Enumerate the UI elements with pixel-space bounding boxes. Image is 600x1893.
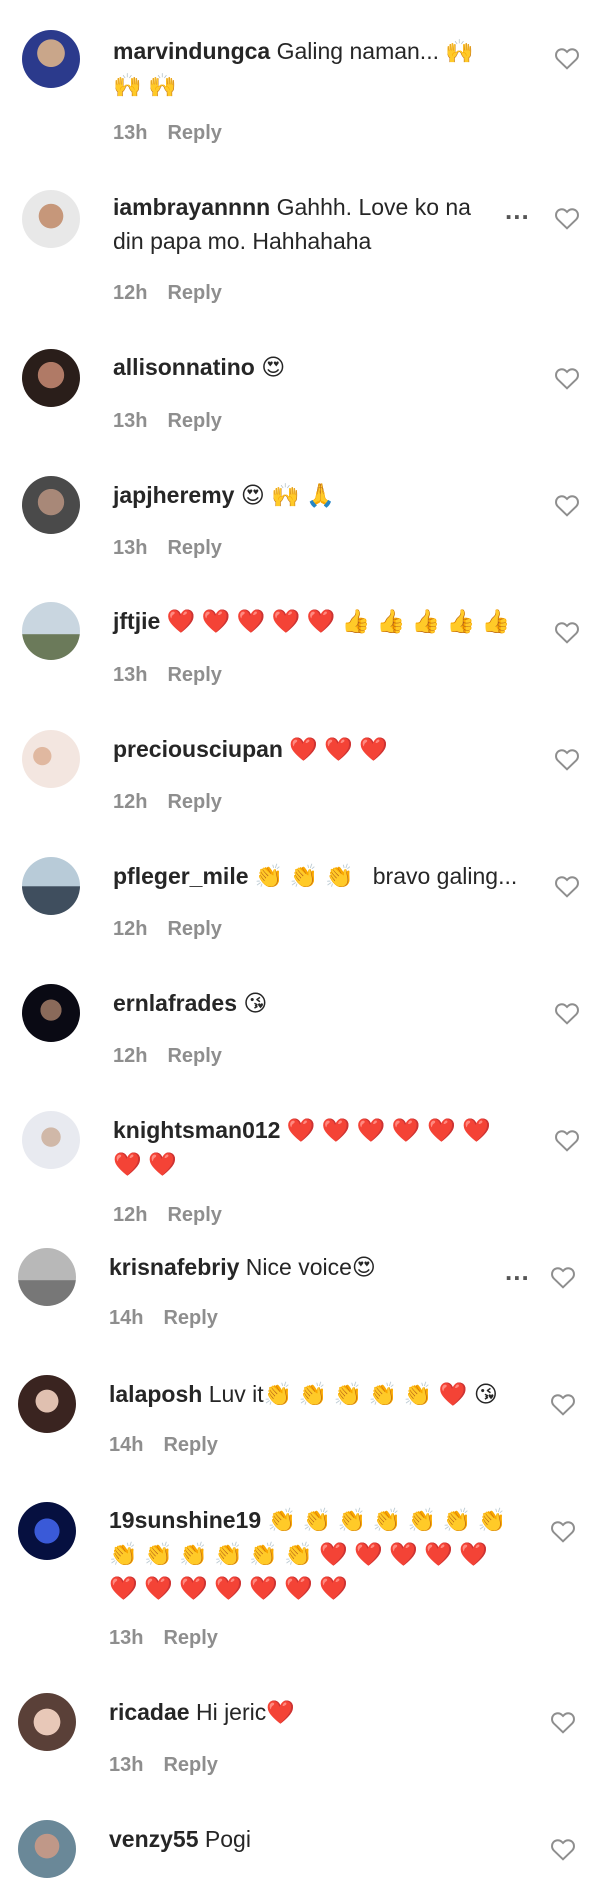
- comment-text: japjheremy 😍 🙌 🙏: [113, 482, 335, 508]
- comment-time: 12h: [113, 1045, 148, 1067]
- reply-button[interactable]: Reply: [167, 791, 221, 813]
- reply-button[interactable]: Reply: [167, 122, 221, 144]
- comment-meta: 13h Reply: [113, 122, 222, 145]
- heart-outline-icon[interactable]: [554, 874, 580, 898]
- reply-button[interactable]: Reply: [163, 1754, 217, 1776]
- reply-button[interactable]: Reply: [163, 1307, 217, 1329]
- comment-text: ernlafrades 😘: [113, 990, 268, 1016]
- comment-username[interactable]: marvindungca: [113, 38, 270, 64]
- comment-time: 14h: [109, 1434, 144, 1456]
- heart-outline-icon[interactable]: [554, 747, 580, 771]
- comment-meta: 13h Reply: [113, 664, 222, 687]
- comment-text: preciousciupan ❤️ ❤️ ❤️: [113, 736, 389, 762]
- heart-outline-icon[interactable]: [554, 493, 580, 517]
- comment-time: 12h: [113, 918, 148, 940]
- avatar[interactable]: [18, 1375, 76, 1433]
- comment-text: jftjie ❤️ ❤️ ❤️ ❤️ ❤️ 👍 👍 👍 👍 👍: [113, 608, 511, 634]
- comment-meta: 13h Reply: [113, 537, 222, 560]
- reply-button[interactable]: Reply: [167, 918, 221, 940]
- comment-time: 14h: [109, 1307, 144, 1329]
- comment-username[interactable]: pfleger_mile: [113, 863, 249, 889]
- comment-username[interactable]: ernlafrades: [113, 990, 237, 1016]
- avatar[interactable]: [22, 984, 80, 1042]
- comment-username[interactable]: iambrayannnn: [113, 194, 270, 220]
- avatar[interactable]: [22, 349, 80, 407]
- comment-time: 13h: [113, 410, 148, 432]
- reply-button[interactable]: Reply: [167, 410, 221, 432]
- heart-outline-icon[interactable]: [554, 46, 580, 70]
- avatar[interactable]: [22, 730, 80, 788]
- heart-outline-icon[interactable]: [554, 1128, 580, 1152]
- avatar[interactable]: [18, 1502, 76, 1560]
- heart-outline-icon[interactable]: [554, 206, 580, 230]
- heart-outline-icon[interactable]: [550, 1265, 576, 1289]
- comment-time: 12h: [113, 1204, 148, 1226]
- comment-meta: 14h Reply: [109, 1434, 218, 1457]
- reply-button[interactable]: Reply: [167, 282, 221, 304]
- comment-username[interactable]: venzy55: [109, 1826, 199, 1852]
- comment-username[interactable]: lalaposh: [109, 1381, 202, 1407]
- comment-time: 13h: [109, 1627, 144, 1649]
- comment-time: 13h: [113, 664, 148, 686]
- comment-time: 12h: [113, 791, 148, 813]
- comment-username[interactable]: allisonnatino: [113, 354, 255, 380]
- comment-meta: 12h Reply: [113, 1204, 222, 1227]
- avatar[interactable]: [22, 602, 80, 660]
- more-options-icon[interactable]: ...: [505, 197, 530, 223]
- avatar[interactable]: [22, 476, 80, 534]
- comment-time: 13h: [109, 1754, 144, 1776]
- comment-time: 12h: [113, 282, 148, 304]
- comment-username[interactable]: knightsman012: [113, 1117, 280, 1143]
- comment-username[interactable]: jftjie: [113, 608, 160, 634]
- comment-time: 13h: [113, 122, 148, 144]
- comment-text: iambrayannnn Gahhh. Love ko na din papa …: [113, 194, 471, 254]
- reply-button[interactable]: Reply: [163, 1627, 217, 1649]
- heart-outline-icon[interactable]: [554, 366, 580, 390]
- comment-text: knightsman012 ❤️ ❤️ ❤️ ❤️ ❤️ ❤️ ❤️ ❤️: [113, 1117, 491, 1177]
- comment-text: pfleger_mile 👏 👏 👏 bravo galing...: [113, 863, 518, 889]
- avatar[interactable]: [18, 1248, 76, 1306]
- comment-meta: 14h Reply: [109, 1307, 218, 1330]
- avatar[interactable]: [18, 1820, 76, 1878]
- avatar[interactable]: [22, 190, 80, 248]
- comment-time: 13h: [113, 537, 148, 559]
- comment-username[interactable]: preciousciupan: [113, 736, 283, 762]
- reply-button[interactable]: Reply: [163, 1434, 217, 1456]
- comment-meta: 12h Reply: [113, 282, 222, 305]
- comment-text: ricadae Hi jeric❤️: [109, 1699, 295, 1725]
- reply-button[interactable]: Reply: [167, 1045, 221, 1067]
- more-options-icon[interactable]: ...: [505, 1258, 530, 1284]
- heart-outline-icon[interactable]: [554, 1001, 580, 1025]
- comment-meta: 12h Reply: [113, 1045, 222, 1068]
- comment-username[interactable]: krisnafebriy: [109, 1254, 239, 1280]
- comment-username[interactable]: ricadae: [109, 1699, 190, 1725]
- avatar[interactable]: [22, 1111, 80, 1169]
- comment-text: lalaposh Luv it👏 👏 👏 👏 👏 ❤️ 😘: [109, 1381, 498, 1407]
- heart-outline-icon[interactable]: [550, 1392, 576, 1416]
- reply-button[interactable]: Reply: [167, 1204, 221, 1226]
- comment-text: marvindungca Galing naman... 🙌 🙌 🙌: [113, 38, 475, 98]
- heart-outline-icon[interactable]: [550, 1710, 576, 1734]
- comment-meta: 13h Reply: [109, 1627, 218, 1650]
- avatar[interactable]: [22, 30, 80, 88]
- heart-outline-icon[interactable]: [550, 1837, 576, 1861]
- comment-text: krisnafebriy Nice voice😍: [109, 1254, 376, 1280]
- comment-text: allisonnatino 😍: [113, 354, 286, 380]
- comment-text: venzy55 Pogi: [109, 1826, 251, 1852]
- comment-meta: 13h Reply: [109, 1754, 218, 1777]
- comment-username[interactable]: japjheremy: [113, 482, 234, 508]
- reply-button[interactable]: Reply: [167, 664, 221, 686]
- avatar[interactable]: [22, 857, 80, 915]
- avatar[interactable]: [18, 1693, 76, 1751]
- comment-meta: 13h Reply: [113, 410, 222, 433]
- comment-username[interactable]: 19sunshine19: [109, 1507, 261, 1533]
- comment-meta: 12h Reply: [113, 918, 222, 941]
- comment-meta: 12h Reply: [113, 791, 222, 814]
- comment-text: 19sunshine19 👏 👏 👏 👏 👏 👏 👏 👏 👏 👏 👏 👏 👏 ❤…: [109, 1507, 507, 1601]
- heart-outline-icon[interactable]: [550, 1519, 576, 1543]
- heart-outline-icon[interactable]: [554, 620, 580, 644]
- reply-button[interactable]: Reply: [167, 537, 221, 559]
